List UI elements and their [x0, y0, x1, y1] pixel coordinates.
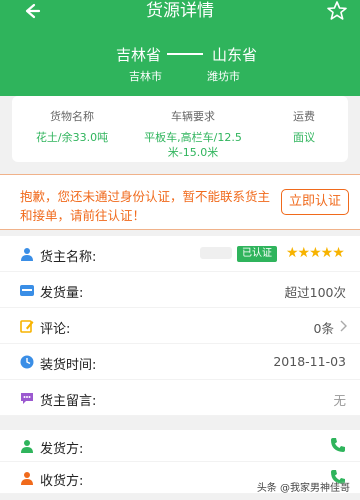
receiver-label: 收货方: — [40, 474, 84, 489]
load-time-value: 2018-11-03 — [273, 354, 346, 369]
owner-message-label: 货主留言: — [40, 394, 97, 409]
owner-message-value: 无 — [333, 393, 346, 408]
page-title: 货源详情 — [146, 1, 214, 21]
goods-label: 货物名称 — [50, 110, 94, 123]
comments-value: 0条 — [313, 321, 334, 336]
route-to-province: 山东省 — [212, 46, 258, 64]
notice-text: 抱歉，您还未通过身份认证，暂不能联系货主和接单，请前往认证！ — [20, 189, 271, 223]
load-time-label: 装货时间: — [40, 358, 97, 373]
sender-person-icon — [21, 440, 33, 453]
clock-icon — [20, 355, 34, 369]
edit-note-icon — [20, 320, 34, 333]
owner-name-label: 货主名称: — [40, 250, 97, 265]
route-section: 吉林省 山东省 吉林市 潍坊市 — [0, 44, 360, 86]
goods-value: 花土/余33.0吨 — [35, 131, 109, 144]
verification-notice: 抱歉，您还未通过身份认证，暂不能联系货主和接单，请前往认证！ 立即认证 — [0, 174, 360, 230]
star-outline-icon — [327, 1, 347, 20]
shipments-label: 发货量: — [40, 286, 84, 301]
shipments-row: 发货量: 超过100次 — [0, 272, 360, 308]
sender-row: 发货方: — [0, 430, 360, 462]
comments-label: 评论: — [40, 322, 71, 337]
fee-column: 运费 面议 — [274, 108, 334, 145]
route-to-city: 潍坊市 — [207, 70, 240, 83]
chat-bubble-icon — [21, 393, 33, 404]
vehicle-column: 车辆要求 平板车,高栏车/12.5米-15.0米 — [134, 108, 252, 160]
sender-label: 发货方: — [40, 442, 84, 457]
owner-name-row: 货主名称: 已认证 ★★★★★ — [0, 236, 360, 272]
load-time-row: 装货时间: 2018-11-03 — [0, 344, 360, 380]
header: 货源详情 吉林省 山东省 吉林市 潍坊市 — [0, 0, 360, 96]
wallet-icon — [20, 285, 34, 296]
route-from-city: 吉林市 — [129, 70, 162, 83]
comments-row[interactable]: 评论: 0条 — [0, 308, 360, 344]
fee-value: 面议 — [293, 131, 315, 144]
sender-phone-icon[interactable] — [330, 437, 346, 453]
rating-stars: ★★★★★ — [286, 245, 345, 261]
verify-now-button[interactable]: 立即认证 — [281, 189, 349, 215]
route-from-province: 吉林省 — [116, 46, 162, 64]
favorite-button[interactable] — [326, 0, 348, 22]
vehicle-value: 平板车,高栏车/12.5米-15.0米 — [144, 131, 242, 159]
owner-message-row: 货主留言: 无 — [0, 380, 360, 416]
fee-label: 运费 — [293, 110, 315, 123]
person-icon — [21, 248, 33, 261]
owner-name-redacted — [200, 247, 232, 259]
cargo-summary-card: 货物名称 花土/余33.0吨 车辆要求 平板车,高栏车/12.5米-15.0米 … — [12, 96, 348, 162]
goods-column: 货物名称 花土/余33.0吨 — [32, 108, 112, 145]
verified-badge: 已认证 — [237, 246, 277, 262]
route-connector-line — [167, 53, 203, 55]
shipments-value: 超过100次 — [284, 285, 346, 300]
chevron-right-icon — [340, 320, 347, 332]
vehicle-label: 车辆要求 — [171, 110, 215, 123]
owner-info-list: 货主名称: 已认证 ★★★★★ 发货量: 超过100次 评论: 0条 装货时间:… — [0, 236, 360, 416]
watermark: 头条 @我家男神佳哥 — [256, 483, 350, 494]
receiver-person-icon — [21, 472, 33, 485]
